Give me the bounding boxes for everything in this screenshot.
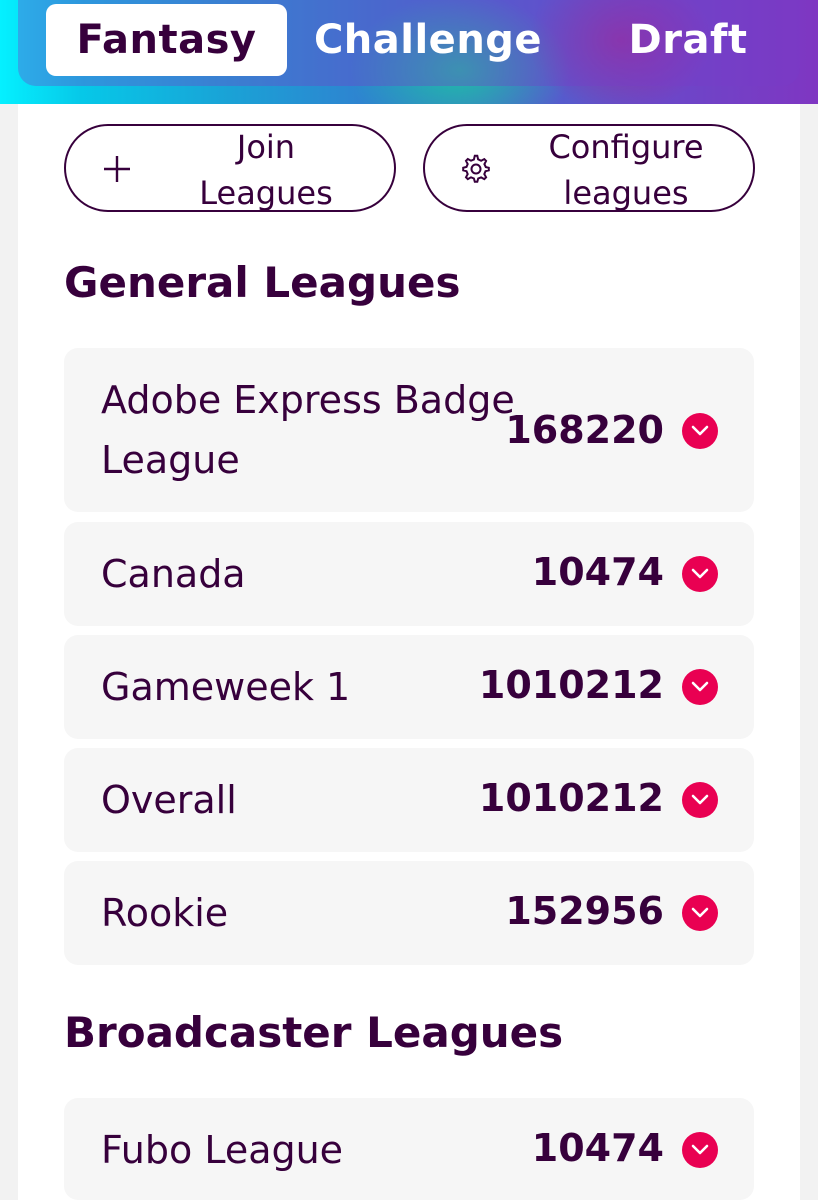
broadcaster-leagues-heading: Broadcaster Leagues: [64, 1008, 564, 1057]
league-row-fubo-league[interactable]: Fubo League 10474: [64, 1098, 754, 1200]
configure-leagues-button[interactable]: Configure leagues: [423, 124, 755, 212]
rank-down-icon: [682, 669, 718, 705]
league-rank: 10474: [531, 550, 664, 594]
league-rank: 168220: [505, 408, 664, 452]
join-leagues-label-line2: Leagues: [199, 174, 333, 212]
league-rank: 1010212: [478, 663, 664, 707]
join-leagues-button[interactable]: Join Leagues: [64, 124, 396, 212]
tab-draft[interactable]: Draft: [578, 4, 798, 76]
league-name: Fubo League: [101, 1128, 344, 1172]
rank-down-icon: [682, 1132, 718, 1168]
tab-bar: Fantasy Challenge Draft: [18, 0, 800, 86]
tab-fantasy[interactable]: Fantasy: [46, 4, 287, 76]
gear-icon: [461, 154, 491, 184]
league-rank: 152956: [505, 889, 664, 933]
configure-leagues-label-line1: Configure: [548, 128, 704, 166]
league-row-adobe-express-badge[interactable]: Adobe Express Badge League 168220: [64, 348, 754, 512]
rank-down-icon: [682, 556, 718, 592]
league-rank: 1010212: [478, 776, 664, 820]
league-name: Canada: [101, 552, 246, 596]
configure-leagues-label-line2: leagues: [563, 174, 689, 212]
league-name: Overall: [101, 778, 237, 822]
league-row-canada[interactable]: Canada 10474: [64, 522, 754, 626]
rank-down-icon: [682, 413, 718, 449]
league-name-line2: League: [101, 438, 240, 482]
league-rank: 10474: [531, 1126, 664, 1170]
league-name-line1: Adobe Express Badge: [101, 378, 515, 422]
league-name: Gameweek 1: [101, 665, 351, 709]
join-leagues-label: Join Leagues: [166, 128, 366, 212]
league-row-gameweek-1[interactable]: Gameweek 1 1010212: [64, 635, 754, 739]
header-banner: Fantasy Challenge Draft: [0, 0, 818, 104]
tab-challenge[interactable]: Challenge: [308, 4, 548, 76]
plus-icon: [102, 154, 132, 184]
league-row-rookie[interactable]: Rookie 152956: [64, 861, 754, 965]
rank-down-icon: [682, 895, 718, 931]
league-row-overall[interactable]: Overall 1010212: [64, 748, 754, 852]
league-name: Rookie: [101, 891, 229, 935]
rank-down-icon: [682, 782, 718, 818]
general-leagues-heading: General Leagues: [64, 258, 461, 307]
join-leagues-label-line1: Join: [236, 128, 296, 166]
configure-leagues-label: Configure leagues: [521, 128, 731, 212]
league-name: Adobe Express Badge League: [101, 370, 515, 490]
